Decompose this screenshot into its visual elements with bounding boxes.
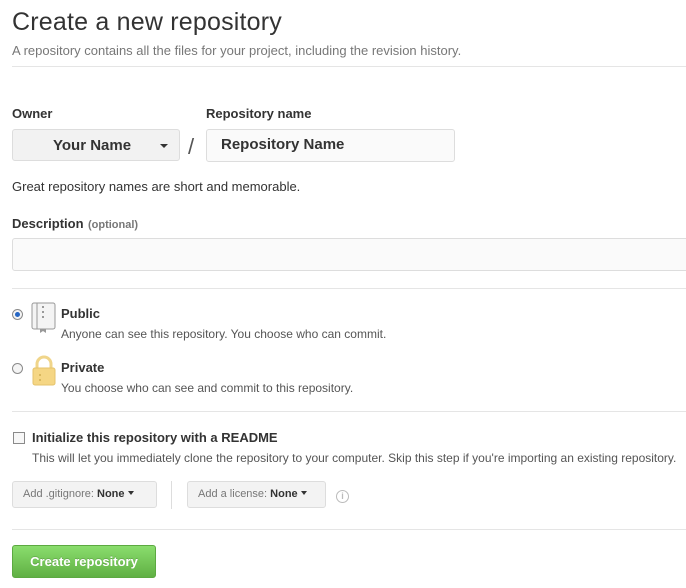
info-icon[interactable]: i <box>336 490 349 503</box>
repository-name-hint: Great repository names are short and mem… <box>12 179 301 194</box>
readme-description: This will let you immediately clone the … <box>32 451 677 465</box>
public-radio[interactable] <box>12 309 23 320</box>
owner-value: Your Name <box>53 137 132 154</box>
page-subtitle: A repository contains all the files for … <box>12 43 462 58</box>
owner-select[interactable]: Your Name <box>12 129 180 161</box>
divider <box>12 66 686 67</box>
public-title: Public <box>61 306 101 321</box>
description-label-text: Description <box>12 216 84 231</box>
license-value: None <box>270 488 298 500</box>
gitignore-select[interactable]: Add .gitignore: None <box>12 481 157 508</box>
private-description: You choose who can see and commit to thi… <box>61 381 354 395</box>
owner-label: Owner <box>12 106 53 121</box>
gitignore-value: None <box>97 488 125 500</box>
owner-repo-separator: / <box>188 134 195 159</box>
vertical-divider <box>171 481 172 509</box>
create-repository-button[interactable]: Create repository <box>12 545 156 578</box>
chevron-down-icon <box>300 491 307 495</box>
chevron-down-icon <box>160 144 168 148</box>
repository-name-value: Repository Name <box>221 136 345 153</box>
description-input[interactable] <box>12 238 686 271</box>
chevron-down-icon <box>127 491 134 495</box>
license-select[interactable]: Add a license: None <box>187 481 326 508</box>
private-radio[interactable] <box>12 363 23 374</box>
license-prefix: Add a license: <box>198 488 268 500</box>
divider <box>12 529 686 530</box>
gitignore-prefix: Add .gitignore: <box>23 488 94 500</box>
readme-checkbox[interactable] <box>13 432 25 444</box>
lock-icon <box>32 355 56 386</box>
divider <box>12 411 686 412</box>
divider <box>12 288 686 289</box>
repository-name-label: Repository name <box>206 106 312 121</box>
readme-label[interactable]: Initialize this repository with a README <box>32 430 278 445</box>
repo-book-icon <box>31 302 56 333</box>
optional-tag: (optional) <box>87 219 139 231</box>
description-label: Description (optional) <box>12 215 138 233</box>
page-title: Create a new repository <box>12 8 283 36</box>
private-title: Private <box>61 360 105 375</box>
repository-name-input[interactable]: Repository Name <box>206 129 455 162</box>
public-description: Anyone can see this repository. You choo… <box>61 327 387 341</box>
